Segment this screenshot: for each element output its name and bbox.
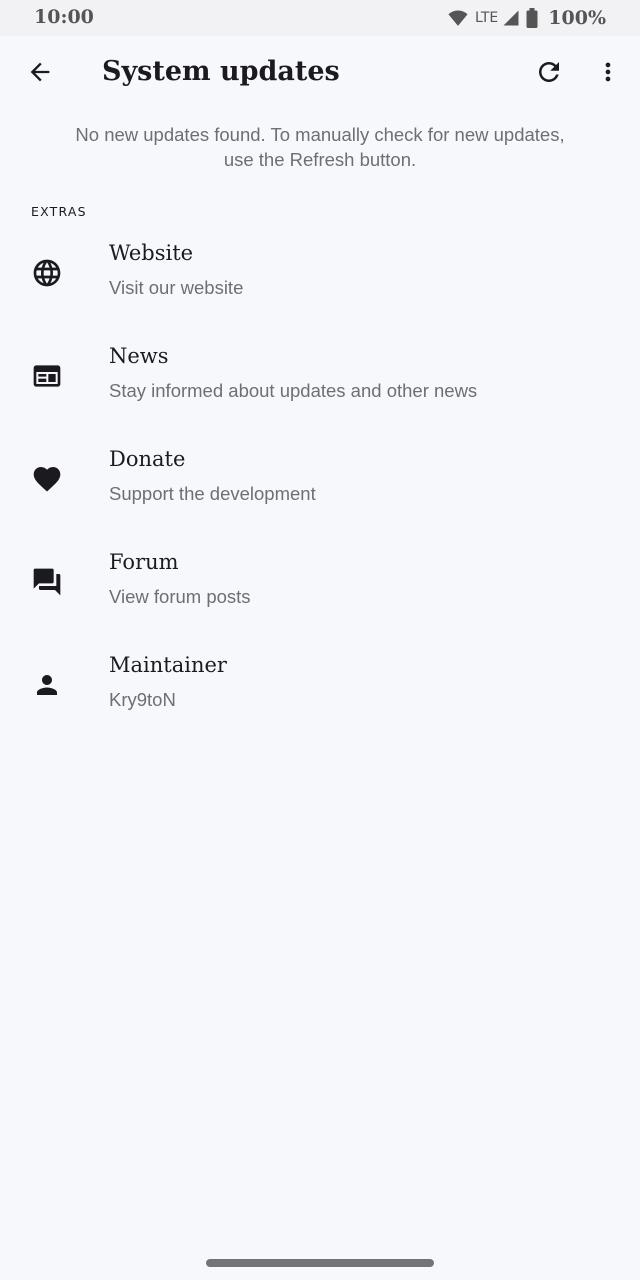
refresh-button[interactable] [527, 52, 571, 96]
list-item-website[interactable]: Website Visit our website [0, 222, 640, 325]
item-subtitle: Kry9toN [109, 689, 176, 710]
item-title: Forum [109, 550, 179, 574]
list-item-maintainer[interactable]: Maintainer Kry9toN [0, 634, 640, 737]
heart-icon [29, 461, 65, 497]
status-bar: 10:00 LTE 100% [0, 0, 640, 36]
battery-icon [526, 8, 538, 28]
no-updates-message: No new updates found. To manually check … [75, 124, 565, 170]
item-subtitle: Stay informed about updates and other ne… [109, 380, 478, 401]
gesture-nav-handle[interactable] [206, 1259, 434, 1267]
back-button[interactable] [18, 52, 62, 96]
section-header-extras: EXTRAS [31, 204, 87, 219]
list-item-donate[interactable]: Donate Support the development [0, 428, 640, 531]
item-subtitle: Support the development [109, 483, 316, 504]
globe-icon [29, 255, 65, 291]
network-type: LTE [475, 10, 499, 26]
item-title: Donate [109, 447, 186, 471]
item-subtitle: View forum posts [109, 586, 251, 607]
person-icon [29, 667, 65, 703]
wifi-icon [447, 8, 469, 28]
item-title: Maintainer [109, 653, 227, 677]
item-title: Website [109, 241, 194, 265]
back-arrow-icon [26, 58, 54, 90]
more-vert-icon [594, 58, 622, 90]
page-title: System updates [102, 56, 340, 87]
battery-percent: 100% [548, 7, 606, 29]
more-options-button[interactable] [586, 52, 630, 96]
cell-signal-icon [502, 9, 520, 27]
list-item-news[interactable]: News Stay informed about updates and oth… [0, 325, 640, 428]
status-icons: LTE 100% [447, 6, 606, 30]
news-icon [29, 358, 65, 394]
status-time: 10:00 [34, 6, 94, 28]
list-item-forum[interactable]: Forum View forum posts [0, 531, 640, 634]
item-subtitle: Visit our website [109, 277, 244, 298]
toolbar: System updates [0, 36, 640, 112]
refresh-icon [534, 57, 564, 91]
item-title: News [109, 344, 169, 368]
forum-icon [29, 564, 65, 600]
